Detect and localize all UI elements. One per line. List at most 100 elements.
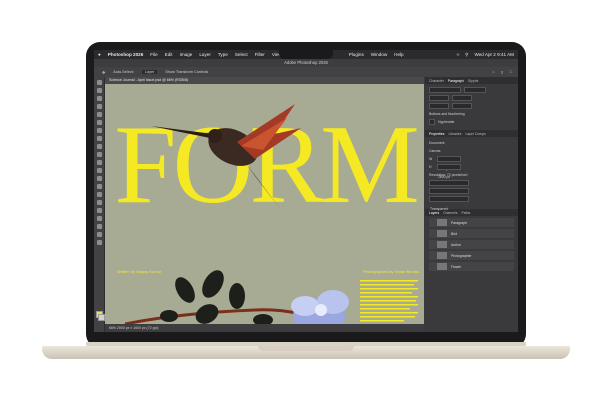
menu-window[interactable]: Window: [371, 52, 387, 57]
type-tool[interactable]: [96, 208, 102, 213]
laptop-base-groove: [258, 346, 354, 351]
tab-paths[interactable]: Paths: [462, 211, 471, 215]
tab-layers[interactable]: Layers: [429, 211, 439, 215]
tab-channels[interactable]: Channels: [443, 211, 457, 215]
properties-panel-tabs: Properties Libraries Layer Comps: [425, 130, 518, 137]
shape-tool[interactable]: [96, 224, 102, 229]
quick-select-tool[interactable]: [96, 104, 102, 109]
resolution-label: Resolution: 72 pixels/inch: [429, 172, 468, 177]
paragraph-text-block: [360, 280, 418, 322]
hand-tool[interactable]: [96, 232, 102, 237]
dodge-tool[interactable]: [96, 192, 102, 197]
menu-file[interactable]: File: [150, 52, 157, 57]
layer-name: Paragraph: [451, 220, 467, 225]
home-icon[interactable]: ⌂: [492, 70, 494, 74]
status-bar: 66% 2000 px x 1600 px (72 ppi): [105, 324, 424, 332]
zoom-tool[interactable]: [96, 240, 102, 245]
width-label: W: [429, 156, 433, 161]
move-tool[interactable]: [96, 80, 102, 85]
tab-glyphs[interactable]: Glyphs: [468, 79, 479, 83]
menu-type[interactable]: Type: [218, 52, 228, 57]
layer-row[interactable]: Author: [429, 240, 514, 249]
app-menu[interactable]: Photoshop 2026: [108, 52, 143, 57]
blur-tool[interactable]: [96, 184, 102, 189]
layer-row[interactable]: Paragraph: [429, 218, 514, 227]
space-after-field[interactable]: [452, 102, 472, 109]
poster-headline: FORM: [114, 103, 417, 227]
height-field[interactable]: 1600 px: [437, 163, 461, 179]
background-color-swatch[interactable]: [98, 314, 105, 321]
layer-thumbnail: [437, 230, 447, 237]
show-transform-checkbox[interactable]: Show Transform Controls: [165, 70, 208, 74]
layer-name: Flower: [451, 264, 462, 269]
healing-tool[interactable]: [96, 136, 102, 141]
poster-byline-left: Written by Sanjay Kumar: [117, 269, 162, 274]
flower-illustration: [291, 290, 349, 324]
brush-tool[interactable]: [96, 144, 102, 149]
marquee-tool[interactable]: [96, 88, 102, 93]
bits-select[interactable]: 8 Bits/Channel: [429, 187, 469, 203]
lasso-tool[interactable]: [96, 96, 102, 101]
indent-right-field[interactable]: [452, 94, 472, 101]
eraser-tool[interactable]: [96, 168, 102, 173]
auto-select-label: Auto-Select:: [113, 70, 134, 74]
menu-edit[interactable]: Edit: [165, 52, 173, 57]
screen: ● Photoshop 2026 File Edit Image Layer T…: [94, 50, 518, 332]
layer-row[interactable]: Bird: [429, 229, 514, 238]
layer-row[interactable]: Flower: [429, 262, 514, 271]
path-select-tool[interactable]: [96, 216, 102, 221]
width-field[interactable]: 2000 px: [437, 155, 461, 171]
layer-name: Bird: [451, 231, 458, 236]
search-icon[interactable]: ⚲: [465, 52, 468, 58]
gradient-tool[interactable]: [96, 176, 102, 181]
mode-select[interactable]: RGB Color: [429, 179, 469, 195]
tab-paragraph[interactable]: Paragraph: [448, 79, 464, 83]
workspace-icon[interactable]: □: [510, 70, 512, 74]
wifi-icon[interactable]: ≈: [457, 52, 460, 57]
crop-tool[interactable]: [96, 112, 102, 117]
clock[interactable]: Wed Apr 2 9:41 AM: [475, 52, 515, 57]
menu-layer[interactable]: Layer: [199, 52, 211, 57]
menu-filter[interactable]: Filter: [255, 52, 265, 57]
document-tab[interactable]: Science Journal - April Issue.psd @ 66% …: [105, 77, 424, 84]
character-panel-tabs: Character Paragraph Glyphs: [425, 77, 518, 84]
hyphenate-label: Hyphenate: [438, 119, 455, 124]
buttons-numbering-label: Buttons and Numbering: [429, 111, 465, 116]
hyphenate-checkbox[interactable]: [429, 118, 435, 125]
height-label: H: [429, 164, 432, 169]
layer-thumbnail: [437, 219, 447, 226]
share-icon[interactable]: ⇧: [501, 70, 504, 75]
layers-panel-tabs: Layers Channels Paths: [425, 209, 518, 216]
indent-left-field[interactable]: [429, 94, 449, 101]
menu-select[interactable]: Select: [235, 52, 248, 57]
document-label: Document: [429, 140, 445, 145]
tools-panel: [94, 77, 105, 332]
right-panels: Character Paragraph Glyphs Buttons and N…: [425, 77, 518, 332]
menu-plugins[interactable]: Plugins: [349, 52, 364, 57]
camera-notch: [279, 50, 333, 59]
stamp-tool[interactable]: [96, 152, 102, 157]
canvas-label: Canvas: [429, 148, 441, 153]
history-brush-tool[interactable]: [96, 160, 102, 165]
frame-tool[interactable]: [96, 120, 102, 125]
justify-buttons[interactable]: [464, 86, 486, 93]
layer-row[interactable]: Photographer: [429, 251, 514, 260]
tab-character[interactable]: Character: [429, 79, 444, 83]
pen-tool[interactable]: [96, 200, 102, 205]
menu-help[interactable]: Help: [394, 52, 403, 57]
fill-select[interactable]: Transparent: [429, 195, 469, 211]
layer-thumbnail: [437, 252, 447, 259]
document-canvas[interactable]: FORM Written by Sanjay Kumar Photographe…: [105, 84, 424, 324]
layer-select[interactable]: Layer: [141, 70, 158, 74]
move-tool-icon[interactable]: ✥: [102, 70, 105, 75]
eyedropper-tool[interactable]: [96, 128, 102, 133]
align-buttons[interactable]: [429, 86, 461, 93]
tab-libraries[interactable]: Libraries: [448, 132, 461, 136]
tab-layer-comps[interactable]: Layer Comps: [465, 132, 485, 136]
layer-thumbnail: [437, 241, 447, 248]
space-before-field[interactable]: [429, 102, 449, 109]
apple-icon[interactable]: ●: [98, 52, 101, 57]
menu-image[interactable]: Image: [180, 52, 193, 57]
layer-name: Photographer: [451, 253, 472, 258]
tab-properties[interactable]: Properties: [429, 132, 444, 136]
